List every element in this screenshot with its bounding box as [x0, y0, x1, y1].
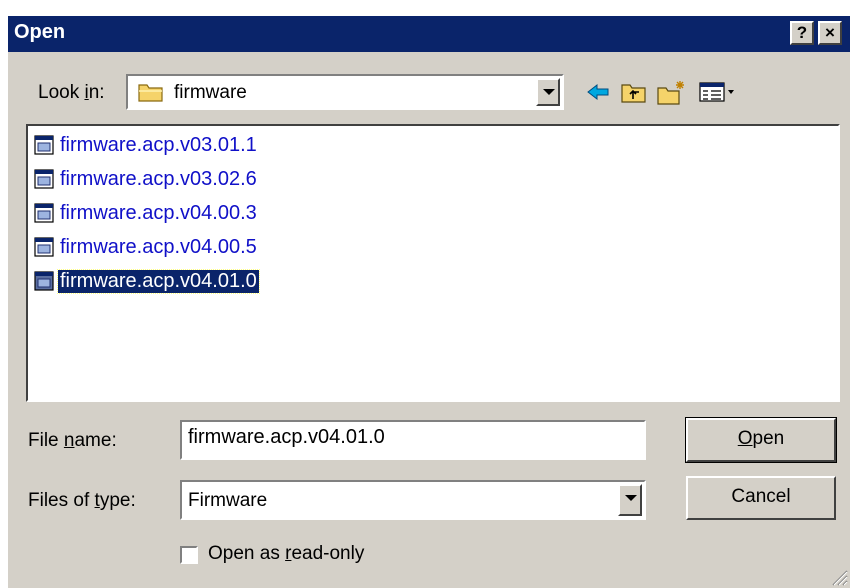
window-title: Open — [14, 21, 66, 43]
firmware-file-icon — [34, 271, 54, 291]
open-button[interactable]: Open — [685, 417, 837, 463]
read-only-checkbox[interactable] — [180, 546, 198, 564]
title-bar[interactable]: Open ? × — [8, 16, 850, 52]
help-button[interactable]: ? — [790, 21, 814, 45]
firmware-file-icon — [34, 135, 54, 155]
firmware-file-icon — [34, 203, 54, 223]
view-menu-button[interactable] — [696, 76, 740, 108]
file-name-label: File name: — [28, 430, 117, 451]
resize-grip-icon[interactable] — [830, 568, 848, 586]
view-menu-icon — [699, 82, 734, 102]
file-type-combo[interactable]: Firmware — [180, 480, 646, 520]
up-folder-icon — [621, 84, 646, 103]
files-of-type-label: Files of type: — [28, 490, 136, 511]
back-button[interactable] — [582, 76, 614, 108]
file-name-label: firmware.acp.v03.01.1 — [60, 133, 257, 156]
file-type-dropdown-button[interactable] — [618, 484, 642, 516]
look-in-combo[interactable]: firmware — [126, 74, 564, 110]
firmware-file-icon — [34, 169, 54, 189]
up-folder-button[interactable] — [618, 76, 650, 108]
file-item-1[interactable]: firmware.acp.v03.02.6 — [34, 164, 259, 194]
look-in-value: firmware — [174, 82, 247, 103]
file-item-0[interactable]: firmware.acp.v03.01.1 — [34, 130, 259, 160]
read-only-label[interactable]: Open as read-only — [208, 543, 364, 565]
close-button[interactable]: × — [818, 21, 842, 45]
look-in-label: Look in: — [38, 82, 105, 103]
file-name-label: firmware.acp.v04.01.0 — [57, 268, 260, 294]
firmware-file-icon — [34, 237, 54, 257]
file-name-label: firmware.acp.v04.00.5 — [60, 235, 257, 258]
file-name-label: firmware.acp.v03.02.6 — [60, 167, 257, 190]
file-item-2[interactable]: firmware.acp.v04.00.3 — [34, 198, 259, 228]
back-arrow-icon — [587, 83, 609, 101]
new-folder-button[interactable] — [656, 76, 688, 108]
file-name-input[interactable]: firmware.acp.v04.01.0 — [180, 420, 646, 460]
file-name-label: firmware.acp.v04.00.3 — [60, 201, 257, 224]
open-dialog: Open ? × Look in: firmware firmware.acp.… — [6, 14, 850, 588]
look-in-dropdown-button[interactable] — [536, 78, 560, 106]
new-folder-icon — [657, 81, 684, 105]
file-item-4[interactable]: firmware.acp.v04.01.0 — [34, 266, 260, 296]
file-item-3[interactable]: firmware.acp.v04.00.5 — [34, 232, 259, 262]
cancel-button[interactable]: Cancel — [686, 476, 836, 520]
file-type-value: Firmware — [188, 490, 268, 511]
folder-icon — [138, 84, 163, 102]
file-list[interactable]: firmware.acp.v03.01.1 firmware.acp.v03.0… — [26, 124, 840, 402]
